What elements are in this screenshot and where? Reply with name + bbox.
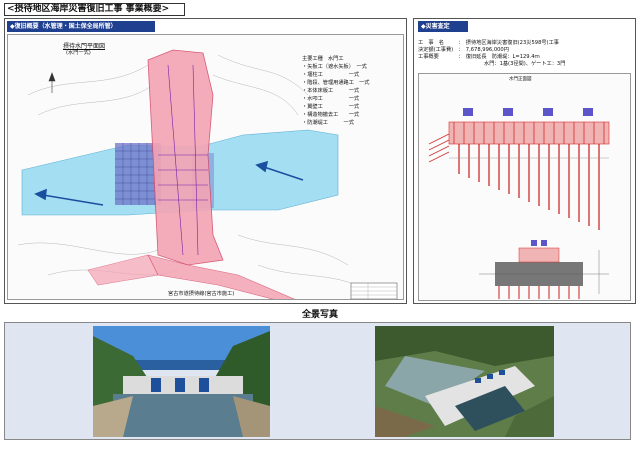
plan-subtitle: (水門一式) (66, 50, 91, 56)
restoration-overview-label: ◆復旧概要（水管理・国土保全局所管） (7, 21, 155, 32)
work-item: ・堰柱工 一式 (302, 72, 360, 78)
gate-plan-drawing: 摂待水門平面図 (水門一式) 主要工種 水門工 ・矢板工（遮水矢板） 一式 ・堰… (7, 34, 404, 300)
gate-elevation-drawing: 水門正面図 (418, 73, 631, 301)
work-item: ・矢板工（遮水矢板） 一式 (302, 64, 367, 70)
work-item: ・水叩工 一式 (302, 96, 360, 102)
road-structure-west (87, 254, 159, 286)
work-heading: 主要工種 水門工 (302, 56, 344, 62)
gate-photo-front (93, 326, 270, 437)
work-item: ・防潮堤工 一式 (302, 120, 354, 126)
road-label: 宮古市道摂待線(宮古市施工) (168, 291, 235, 297)
photos-title: 全景写真 (301, 310, 338, 320)
photos-panel (4, 322, 631, 440)
disaster-assessment-panel: ◆災害査定 工 事 名 ： 摂待地区海岸災害復旧(23災598号)工事 決定額(工… (413, 18, 636, 304)
detail-key: 決定額(工事費) (418, 47, 454, 53)
detail-value: ： 摂待地区海岸災害復旧(23災598号)工事 (458, 40, 559, 46)
detail-value: 水門：1基(3径間)、ゲート工：3門 (484, 61, 566, 67)
disaster-assessment-label: ◆災害査定 (418, 21, 468, 32)
detail-key (418, 61, 458, 68)
gate-elevation-svg (428, 108, 610, 299)
project-details: 工 事 名 ： 摂待地区海岸災害復旧(23災598号)工事 決定額(工事費) ： 7… (418, 40, 633, 68)
work-item: ・階段、管理用通路工 一式 (302, 80, 370, 86)
drawing-caption: 水門正面図 (509, 77, 532, 82)
detail-value: ： 復旧延長 防潮堤：L=129.4ｍ (458, 54, 540, 60)
detail-key: 工 事 名 (418, 40, 444, 46)
work-item: ・翼壁工 一式 (302, 104, 360, 110)
work-item: ・本体床版工 一式 (302, 88, 360, 94)
restoration-overview-panel: ◆復旧概要（水管理・国土保全局所管） 摂待水門平面図 (水門一式) 主要工種 水… (4, 18, 407, 304)
work-item: ・構造物撤去工 一式 (302, 112, 360, 118)
gate-photo-aerial (375, 326, 554, 437)
plan-title: 摂待水門平面図 (63, 43, 106, 50)
detail-key: 工事概要 (418, 54, 439, 60)
north-arrow-icon (48, 72, 56, 93)
page-title: <摂待地区海岸災害復旧工事 事業概要> (4, 3, 185, 16)
detail-value: ： 7,678,996,000円 (458, 47, 509, 53)
work-items-list: 主要工種 水門工 ・矢板工（遮水矢板） 一式 ・堰柱工 一式 ・階段、管理用通路… (302, 55, 398, 127)
